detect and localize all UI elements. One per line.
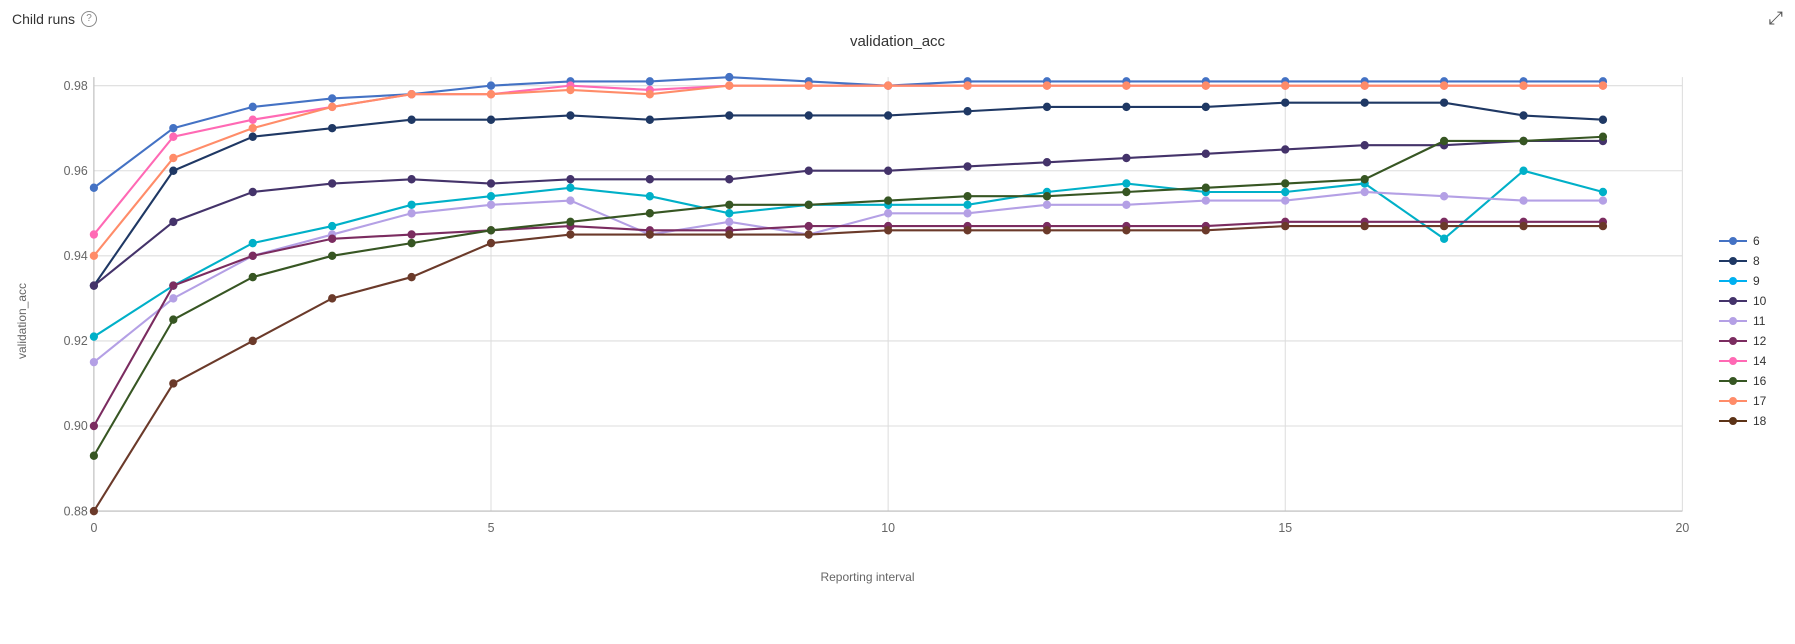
svg-text:0.94: 0.94 [64, 249, 88, 263]
legend-label-16: 16 [1753, 374, 1766, 388]
expand-icon[interactable]: ⤢ [1769, 8, 1783, 29]
legend-label-8: 8 [1753, 254, 1760, 268]
y-axis-label: validation_acc [12, 56, 32, 586]
svg-text:5: 5 [488, 521, 495, 535]
legend-item-11: 11 [1719, 314, 1783, 328]
svg-text:15: 15 [1278, 521, 1292, 535]
legend-line-16 [1719, 376, 1747, 386]
x-axis-label: Reporting interval [32, 564, 1703, 586]
legend-label-14: 14 [1753, 354, 1766, 368]
legend-line-10 [1719, 296, 1747, 306]
legend-item-17: 17 [1719, 394, 1783, 408]
svg-text:0: 0 [90, 521, 97, 535]
child-runs-label: Child runs ? [12, 11, 97, 27]
chart-title: validation_acc [12, 33, 1783, 50]
header-row: Child runs ? ⤢ [12, 8, 1783, 29]
main-container: Child runs ? ⤢ validation_acc validation… [0, 0, 1795, 644]
legend-line-18 [1719, 416, 1747, 426]
legend-label-10: 10 [1753, 294, 1766, 308]
legend-line-6 [1719, 236, 1747, 246]
legend-label-17: 17 [1753, 394, 1766, 408]
svg-text:0.88: 0.88 [64, 504, 88, 518]
svg-text:10: 10 [881, 521, 895, 535]
legend-line-14 [1719, 356, 1747, 366]
legend-label-9: 9 [1753, 274, 1760, 288]
svg-text:20: 20 [1675, 521, 1689, 535]
legend-item-14: 14 [1719, 354, 1783, 368]
legend-label-18: 18 [1753, 414, 1766, 428]
svg-text:0.90: 0.90 [64, 419, 88, 433]
legend-item-18: 18 [1719, 414, 1783, 428]
chart-svg: 0.88 0.90 0.92 0.94 0.96 0.98 0 5 10 15 20 [32, 56, 1703, 564]
legend-line-12 [1719, 336, 1747, 346]
legend: 6 8 9 10 11 12 [1703, 56, 1783, 586]
child-runs-text: Child runs [12, 11, 75, 27]
legend-line-9 [1719, 276, 1747, 286]
legend-item-8: 8 [1719, 254, 1783, 268]
legend-line-8 [1719, 256, 1747, 266]
legend-line-11 [1719, 316, 1747, 326]
help-icon[interactable]: ? [81, 11, 97, 27]
svg-text:0.98: 0.98 [64, 79, 88, 93]
legend-label-11: 11 [1753, 314, 1765, 328]
legend-item-16: 16 [1719, 374, 1783, 388]
legend-item-12: 12 [1719, 334, 1783, 348]
legend-label-12: 12 [1753, 334, 1766, 348]
chart-area: validation_acc 0.880.900.920.940.960.980… [12, 56, 1783, 586]
legend-line-17 [1719, 396, 1747, 406]
svg-container: 0.88 0.90 0.92 0.94 0.96 0.98 0 5 10 15 20 [32, 56, 1703, 564]
chart-with-xaxis: 0.88 0.90 0.92 0.94 0.96 0.98 0 5 10 15 20 Reporti… [32, 56, 1703, 586]
legend-item-9: 9 [1719, 274, 1783, 288]
legend-item-10: 10 [1719, 294, 1783, 308]
legend-label-6: 6 [1753, 234, 1760, 248]
svg-text:0.92: 0.92 [64, 334, 88, 348]
legend-item-6: 6 [1719, 234, 1783, 248]
svg-text:0.96: 0.96 [64, 164, 88, 178]
